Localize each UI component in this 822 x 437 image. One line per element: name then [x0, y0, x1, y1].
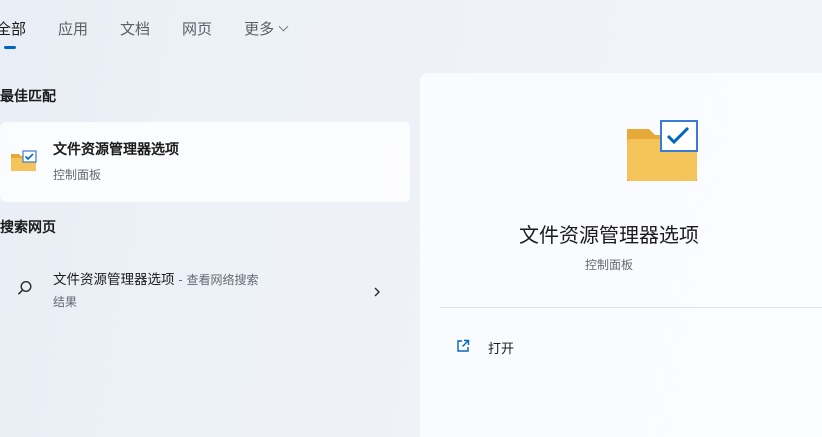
web-search-query: 文件资源管理器选项	[53, 272, 175, 288]
tab-all[interactable]: 全部	[0, 18, 27, 49]
tab-web[interactable]: 网页	[182, 18, 212, 40]
best-match-title: 文件资源管理器选项	[53, 142, 179, 158]
chevron-right-icon[interactable]	[372, 283, 382, 302]
detail-panel: 文件资源管理器选项 控制面板 打开	[420, 73, 822, 437]
best-match-item[interactable]: 文件资源管理器选项 控制面板	[0, 122, 410, 202]
web-search-results-label: 结果	[53, 295, 78, 309]
tab-documents-label: 文档	[120, 20, 151, 38]
tab-more[interactable]: 更多	[244, 18, 289, 40]
tab-apps[interactable]: 应用	[58, 18, 88, 40]
web-search-result[interactable]: 文件资源管理器选项 - 查看网络搜索 结果	[0, 256, 410, 320]
open-external-icon	[456, 338, 470, 357]
tab-documents[interactable]: 文档	[120, 18, 150, 40]
open-action-label: 打开	[488, 341, 515, 357]
detail-divider	[440, 307, 822, 308]
web-search-heading: 搜索网页	[0, 220, 56, 236]
open-action-button[interactable]: 打开	[456, 337, 514, 357]
folder-check-icon	[10, 149, 38, 177]
folder-check-icon	[625, 119, 701, 189]
detail-subtitle: 控制面板	[584, 258, 633, 272]
tab-apps-label: 应用	[58, 20, 89, 38]
tab-more-label: 更多	[244, 20, 275, 38]
search-filter-tabs: 全部 应用 文档 网页 更多	[0, 18, 319, 58]
best-match-heading: 最佳匹配	[0, 89, 56, 105]
web-search-query-line: 文件资源管理器选项 - 查看网络搜索	[53, 268, 258, 288]
search-icon	[17, 280, 33, 300]
web-search-suffix: - 查看网络搜索	[174, 273, 259, 287]
detail-title: 文件资源管理器选项	[519, 223, 699, 247]
best-match-subtitle: 控制面板	[53, 168, 102, 182]
tab-all-label: 全部	[0, 20, 27, 38]
tab-web-label: 网页	[182, 20, 213, 38]
chevron-down-icon	[278, 21, 289, 32]
